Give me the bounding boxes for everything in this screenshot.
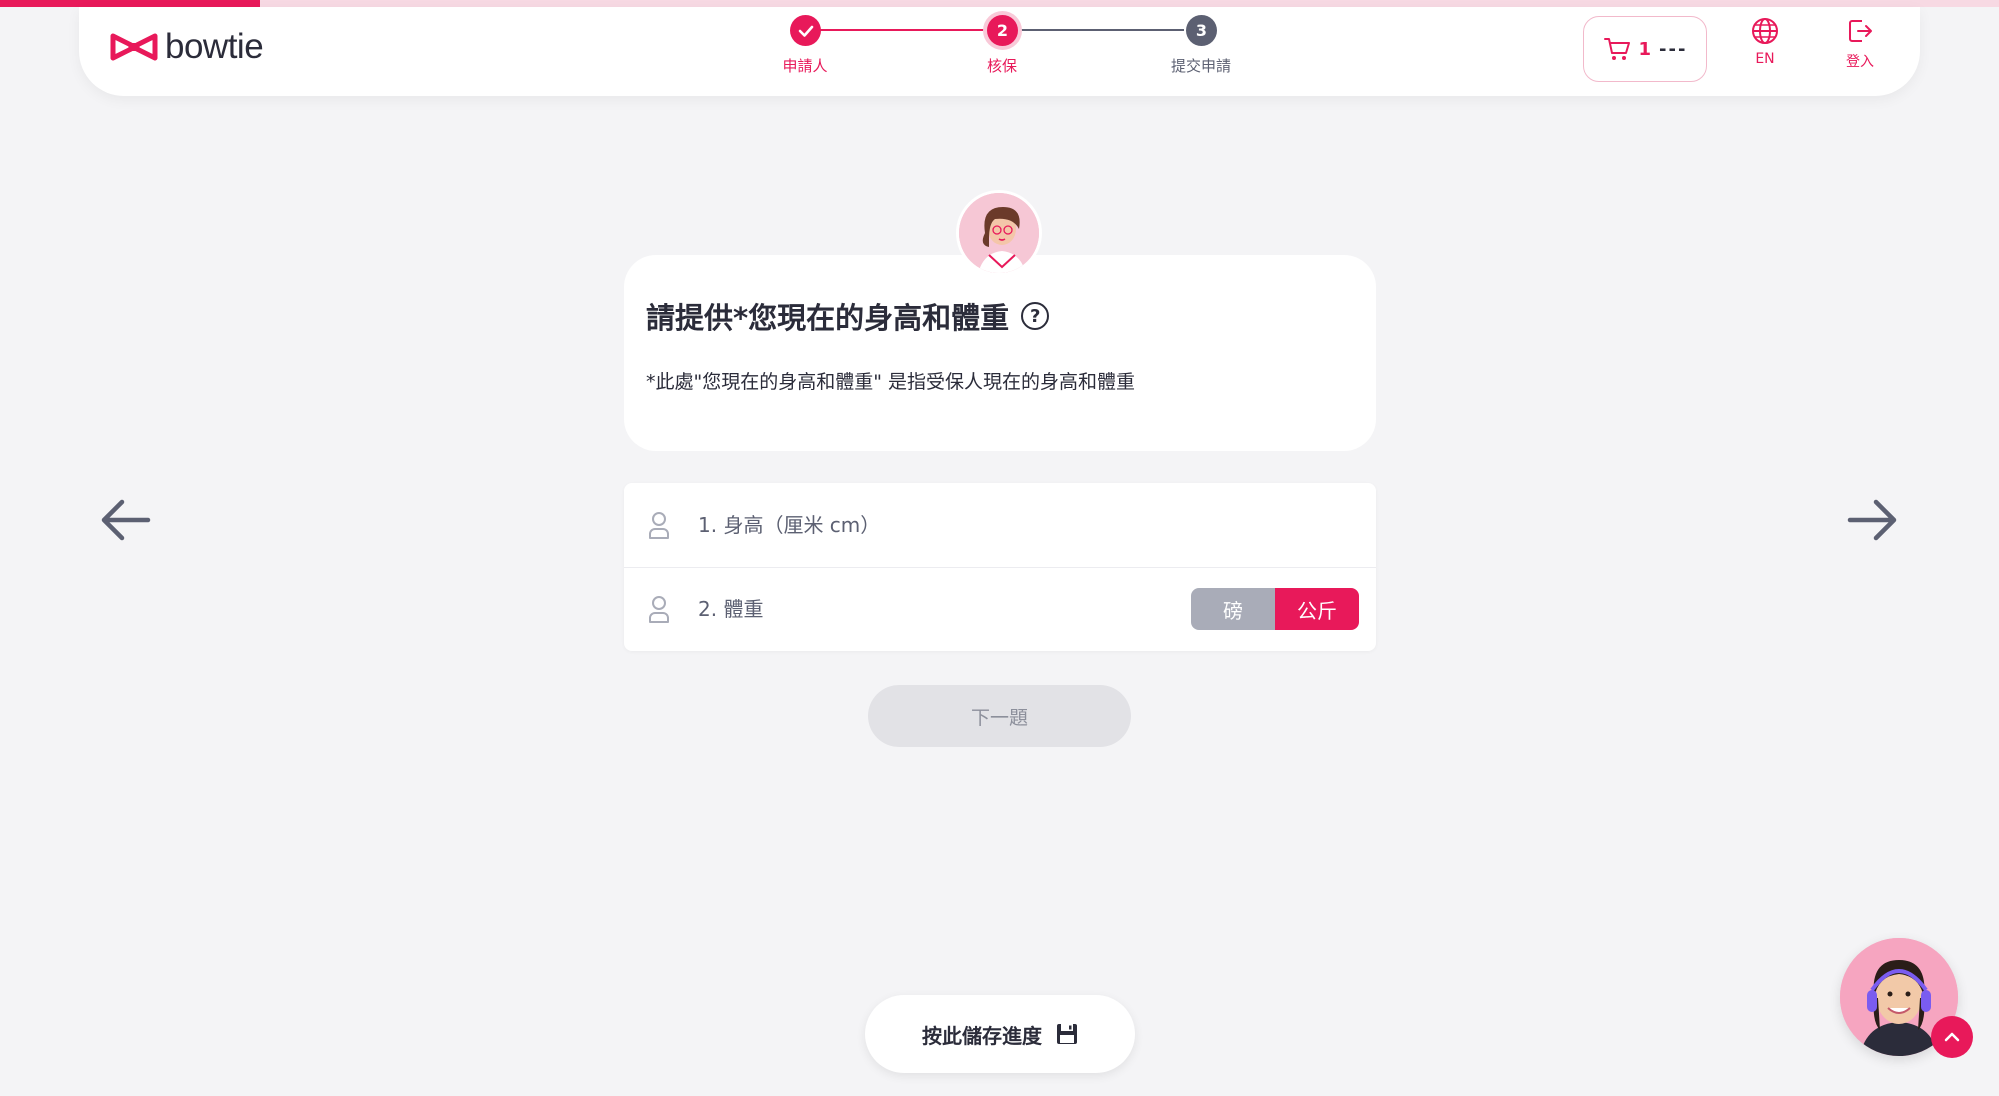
step-connector-2 (1004, 29, 1184, 31)
step-1-label: 申請人 (782, 57, 828, 75)
logout-arrow-icon (1849, 20, 1872, 42)
save-progress-button[interactable]: 按此儲存進度 (865, 995, 1135, 1073)
weight-input[interactable] (698, 589, 1178, 629)
person-icon (649, 596, 669, 623)
unit-option-pound[interactable]: 磅 (1191, 588, 1275, 630)
step-2-label: 核保 (986, 57, 1017, 75)
save-progress-label: 按此儲存進度 (922, 1023, 1042, 1048)
step-3-number: 3 (1195, 21, 1208, 40)
height-weight-form: 磅 公斤 (624, 483, 1376, 651)
weight-row: 磅 公斤 (624, 567, 1376, 651)
chevron-up-icon (1944, 1032, 1960, 1042)
cart-button[interactable]: 1 --- (1583, 16, 1707, 82)
step-2-number: 2 (996, 21, 1009, 40)
question-note: *此處"您現在的身高和體重" 是指受保人現在的身高和體重 (646, 371, 1136, 393)
next-arrow-button[interactable] (1842, 490, 1902, 550)
step-2-current: 2 (987, 15, 1018, 46)
question-card: 請提供*您現在的身高和體重 ? *此處"您現在的身高和體重" 是指受保人現在的身… (624, 255, 1376, 451)
agent-avatar (956, 190, 1042, 276)
top-header: bowtie 申請人 2 核保 3 提交申請 1 --- EN 登入 (79, 7, 1920, 96)
question-title-row: 請提供*您現在的身高和體重 ? (646, 295, 1050, 337)
cart-amount: --- (1659, 38, 1688, 60)
arrow-right-icon (1847, 499, 1897, 541)
next-question-button[interactable]: 下一題 (868, 685, 1131, 747)
globe-icon (1752, 18, 1778, 44)
weight-unit-toggle: 磅 公斤 (1191, 588, 1359, 630)
page-progress-fill (0, 0, 260, 7)
help-question-icon[interactable]: ? (1021, 302, 1050, 330)
page-progress-track (0, 0, 1999, 7)
previous-arrow-button[interactable] (96, 490, 156, 550)
cart-icon (1603, 38, 1630, 60)
scroll-to-top-button[interactable] (1931, 1016, 1973, 1058)
checkmark-icon (798, 25, 813, 37)
height-input[interactable] (698, 505, 1138, 545)
language-switch-button[interactable]: EN (1730, 17, 1800, 87)
floppy-disk-icon (1057, 1024, 1077, 1044)
login-button[interactable]: 登入 (1825, 17, 1895, 87)
arrow-left-icon (101, 499, 151, 541)
step-3-label: 提交申請 (1170, 57, 1231, 75)
unit-option-kilogram[interactable]: 公斤 (1275, 588, 1359, 630)
step-1-done[interactable] (790, 15, 821, 46)
question-title: 請提供*您現在的身高和體重 (646, 301, 1010, 335)
person-icon (649, 512, 669, 539)
step-3-upcoming: 3 (1186, 15, 1217, 46)
step-connector-1 (806, 29, 986, 31)
height-row (624, 483, 1376, 567)
cart-count: 1 (1638, 38, 1652, 60)
language-label: EN (1755, 51, 1775, 67)
login-label: 登入 (1846, 54, 1874, 70)
